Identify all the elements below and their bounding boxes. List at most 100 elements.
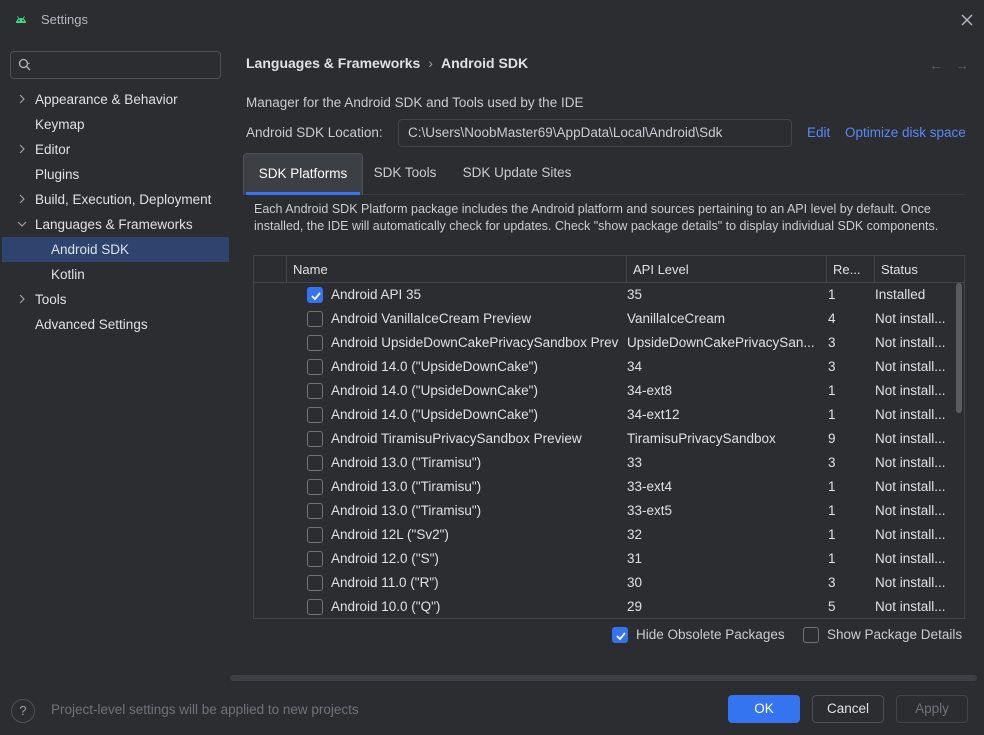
table-row[interactable]: Android 14.0 ("UpsideDownCake") 34-ext8 1 N… <box>254 379 954 403</box>
show-package-details-option[interactable]: Show Package Details <box>803 627 973 645</box>
table-row[interactable]: Android 13.0 ("Tiramisu") 33-ext4 1 Not ins… <box>254 475 954 499</box>
cell-api-level: 33-ext4 <box>627 479 673 494</box>
row-checkbox[interactable] <box>307 575 323 591</box>
table-row[interactable]: Android 12L ("Sv2") 32 1 Not install... <box>254 523 954 547</box>
table-row[interactable]: Android 13.0 ("Tiramisu") 33 3 Not install.… <box>254 451 954 475</box>
column-header-name[interactable]: Name <box>286 256 626 283</box>
table-row[interactable]: Android 12.0 ("S") 31 1 Not install... <box>254 547 954 571</box>
sidebar-item-editor[interactable]: Editor <box>0 137 230 162</box>
row-checkbox[interactable] <box>307 527 323 543</box>
hide-obsolete-checkbox[interactable] <box>612 627 628 643</box>
row-checkbox[interactable] <box>307 383 323 399</box>
show-details-label: Show Package Details <box>827 627 963 642</box>
table-row[interactable]: Android 10.0 ("Q") 29 5 Not install... <box>254 595 954 618</box>
optimize-disk-space-link[interactable]: Optimize disk space <box>845 125 966 140</box>
checkmark-icon <box>616 632 626 641</box>
table-row[interactable]: Android UpsideDownCakePrivacySandbox Pre… <box>254 331 954 355</box>
edit-link[interactable]: Edit <box>807 125 830 140</box>
back-arrow-icon[interactable]: ← <box>929 57 943 73</box>
cell-name: Android VanillaIceCream Preview <box>331 311 532 326</box>
cell-api-level: 34 <box>627 359 643 374</box>
tab-sdk-platforms[interactable]: SDK Platforms <box>243 153 363 195</box>
cell-name: Android 13.0 ("Tiramisu") <box>331 503 482 518</box>
forward-arrow-icon[interactable]: → <box>955 57 969 73</box>
table-row[interactable]: Android 14.0 ("UpsideDownCake") 34-ext12 1… <box>254 403 954 427</box>
row-checkbox[interactable] <box>307 431 323 447</box>
sdk-location-field[interactable]: C:\Users\NoobMaster69\AppData\Local\Andr… <box>398 119 792 147</box>
ok-button[interactable]: OK <box>728 695 800 723</box>
table-scrollbar[interactable] <box>954 283 964 618</box>
apply-button[interactable]: Apply <box>896 695 968 723</box>
cell-api-level: 34-ext12 <box>627 407 680 422</box>
cell-status: Installed <box>875 287 926 302</box>
sidebar-item-advanced-settings[interactable]: Advanced Settings <box>0 312 230 337</box>
settings-search[interactable] <box>10 51 221 79</box>
footer-note: Project-level settings will be applied t… <box>51 702 359 717</box>
cell-name: Android 13.0 ("Tiramisu") <box>331 479 482 494</box>
sidebar-item-label: Advanced Settings <box>35 317 148 332</box>
sidebar-item-languages-frameworks[interactable]: Languages & Frameworks <box>0 212 230 237</box>
cell-revision: 1 <box>828 479 836 494</box>
tab-sdk-update-sites[interactable]: SDK Update Sites <box>451 153 583 195</box>
row-checkbox[interactable] <box>307 359 323 375</box>
table-row[interactable]: Android TiramisuPrivacySandbox Preview Ti… <box>254 427 954 451</box>
cell-api-level: 33 <box>627 455 643 470</box>
table-row[interactable]: Android 13.0 ("Tiramisu") 33-ext5 1 Not ins… <box>254 499 954 523</box>
cell-name: Android 11.0 ("R") <box>331 575 439 590</box>
sidebar-item-tools[interactable]: Tools <box>0 287 230 312</box>
column-header-status[interactable]: Status <box>874 256 964 283</box>
breadcrumb-separator: › <box>428 55 433 71</box>
row-checkbox[interactable] <box>307 311 323 327</box>
sidebar-item-label: Kotlin <box>51 267 85 282</box>
row-checkbox[interactable] <box>307 335 323 351</box>
settings-content: Languages & Frameworks › Android SDK ← → Ma… <box>230 40 984 676</box>
chevron-right-icon <box>19 144 25 154</box>
row-checkbox[interactable] <box>307 407 323 423</box>
cell-name: Android 12L ("Sv2") <box>331 527 449 542</box>
sidebar-item-plugins[interactable]: Plugins <box>0 162 230 187</box>
close-icon[interactable] <box>958 11 976 29</box>
cell-revision: 4 <box>828 311 836 326</box>
history-nav: ← → <box>929 57 981 73</box>
cell-status: Not install... <box>875 551 946 566</box>
cell-revision: 1 <box>828 503 836 518</box>
search-input[interactable] <box>39 56 214 74</box>
row-checkbox[interactable] <box>307 551 323 567</box>
sidebar-item-appearance-behavior[interactable]: Appearance & Behavior <box>0 87 230 112</box>
cell-status: Not install... <box>875 359 946 374</box>
table-row[interactable]: Android 11.0 ("R") 30 3 Not install... <box>254 571 954 595</box>
table-header: Name API Level Re... Status <box>254 256 964 283</box>
row-checkbox[interactable] <box>307 503 323 519</box>
sidebar-item-kotlin[interactable]: Kotlin <box>0 262 230 287</box>
column-header-api-level[interactable]: API Level <box>626 256 826 283</box>
help-icon[interactable]: ? <box>11 699 35 723</box>
row-checkbox[interactable] <box>307 287 323 303</box>
cell-status: Not install... <box>875 383 946 398</box>
sidebar-item-build-execution-deployment[interactable]: Build, Execution, Deployment <box>0 187 230 212</box>
table-row[interactable]: Android API 35 35 1 Installed <box>254 283 954 307</box>
cell-status: Not install... <box>875 455 946 470</box>
sidebar-item-android-sdk[interactable]: Android SDK <box>2 237 229 262</box>
row-checkbox[interactable] <box>307 455 323 471</box>
tab-sdk-tools[interactable]: SDK Tools <box>363 153 447 195</box>
sidebar-item-label: Keymap <box>35 117 85 132</box>
settings-sidebar: Appearance & Behavior Keymap Editor Plug… <box>0 40 230 676</box>
cell-status: Not install... <box>875 335 946 350</box>
cancel-button[interactable]: Cancel <box>812 695 884 723</box>
row-checkbox[interactable] <box>307 479 323 495</box>
cell-name: Android 14.0 ("UpsideDownCake") <box>331 407 538 422</box>
breadcrumb-parent[interactable]: Languages & Frameworks <box>246 55 420 71</box>
hide-obsolete-packages-option[interactable]: Hide Obsolete Packages <box>612 627 792 645</box>
cell-name: Android TiramisuPrivacySandbox Preview <box>331 431 582 446</box>
cell-revision: 3 <box>828 335 836 350</box>
table-row[interactable]: Android VanillaIceCream Preview VanillaIc… <box>254 307 954 331</box>
sidebar-item-keymap[interactable]: Keymap <box>0 112 230 137</box>
table-row[interactable]: Android 14.0 ("UpsideDownCake") 34 3 Not in… <box>254 355 954 379</box>
cell-api-level: 34-ext8 <box>627 383 673 398</box>
scrollbar-thumb[interactable] <box>956 283 962 413</box>
sidebar-item-label: Tools <box>35 292 67 307</box>
show-details-checkbox[interactable] <box>803 627 819 643</box>
column-header-revision[interactable]: Re... <box>826 256 874 283</box>
row-checkbox[interactable] <box>307 599 323 615</box>
platforms-info-text: Each Android SDK Platform package includ… <box>254 202 939 233</box>
